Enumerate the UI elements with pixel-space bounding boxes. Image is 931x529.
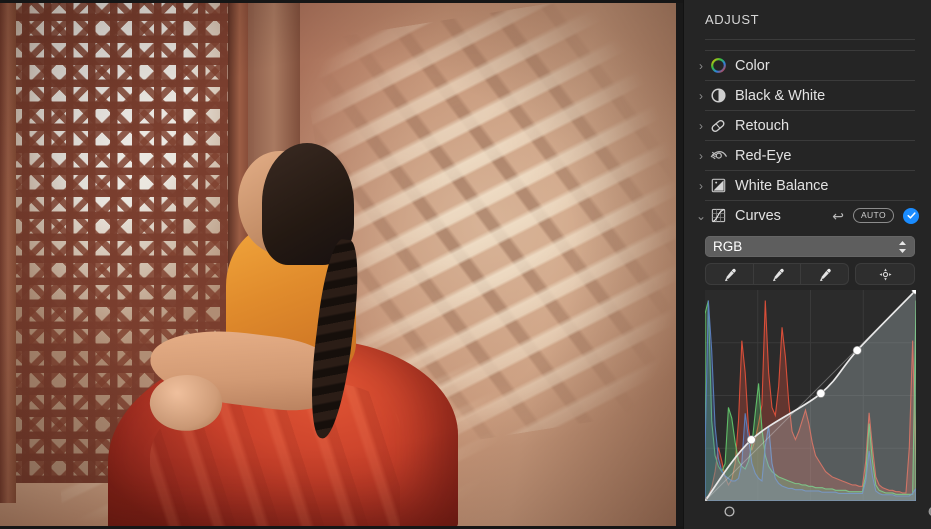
curve-control-point-3[interactable] — [853, 346, 861, 354]
photo-viewer[interactable] — [0, 0, 683, 529]
adjustment-row-curves[interactable]: ⌄ Curves ↩ AUTO — [684, 201, 931, 230]
adjustment-label-retouch: Retouch — [735, 118, 789, 134]
panel-title: ADJUST — [684, 0, 931, 27]
adjustment-label-color: Color — [735, 58, 770, 74]
bandage-icon — [708, 116, 728, 136]
eye-slash-icon — [708, 146, 728, 166]
eyedropper-icon — [722, 267, 737, 282]
add-point-target-button[interactable] — [856, 264, 914, 284]
channel-select-wrapper: RGB — [684, 230, 931, 257]
add-point-group — [855, 263, 915, 285]
adjustment-label-white-balance: White Balance — [735, 178, 829, 194]
curves-grid-icon — [708, 206, 728, 226]
chevron-right-icon[interactable]: › — [694, 60, 708, 72]
black-white-point-slider[interactable] — [726, 501, 931, 523]
black-point-knob-icon — [724, 506, 735, 517]
chevron-right-icon[interactable]: › — [694, 150, 708, 162]
curves-controls: ↩ AUTO — [832, 208, 919, 224]
checkmark-icon — [906, 210, 917, 221]
photos-editor-window: ADJUST › Color › — [0, 0, 931, 529]
black-point-eyedropper-button[interactable] — [706, 264, 754, 284]
photo-image[interactable] — [0, 3, 676, 526]
target-crosshair-icon — [878, 267, 893, 282]
gray-point-eyedropper-button[interactable] — [754, 264, 802, 284]
chevron-down-icon[interactable]: ⌄ — [694, 210, 708, 222]
panel-title-divider — [705, 39, 915, 40]
channel-select[interactable]: RGB — [705, 236, 915, 257]
jali-frame-left — [0, 3, 16, 503]
adjust-panel: ADJUST › Color › — [683, 0, 931, 529]
adjustment-row-color[interactable]: › Color — [684, 51, 931, 80]
curves-tool-row — [684, 257, 931, 285]
adjustment-label-red-eye: Red-Eye — [735, 148, 791, 164]
chevron-right-icon[interactable]: › — [694, 90, 708, 102]
curve-control-point-1[interactable] — [747, 436, 755, 444]
reset-button[interactable]: ↩ — [832, 209, 844, 223]
curve-plot[interactable] — [705, 290, 916, 501]
color-wheel-icon — [708, 56, 728, 76]
eyedropper-group — [705, 263, 849, 285]
chevron-right-icon[interactable]: › — [694, 120, 708, 132]
adjustment-row-retouch[interactable]: › Retouch — [684, 111, 931, 140]
eyedropper-icon — [817, 267, 832, 282]
chevron-updown-icon — [898, 240, 907, 254]
curves-enabled-toggle[interactable] — [903, 208, 919, 224]
auto-button[interactable]: AUTO — [853, 208, 894, 223]
adjustment-label-curves: Curves — [735, 208, 781, 224]
curve-editor-wrapper — [684, 285, 931, 523]
adjustment-row-white-balance[interactable]: › White Balance — [684, 171, 931, 200]
white-point-eyedropper-button[interactable] — [801, 264, 848, 284]
curve-editor[interactable] — [705, 290, 916, 501]
white-balance-icon — [708, 176, 728, 196]
adjustment-row-red-eye[interactable]: › Red-Eye — [684, 141, 931, 170]
channel-select-value: RGB — [713, 239, 742, 254]
adjustment-label-black-and-white: Black & White — [735, 88, 825, 104]
curve-control-point-2[interactable] — [817, 389, 825, 397]
adjustment-row-black-and-white[interactable]: › Black & White — [684, 81, 931, 110]
chevron-right-icon[interactable]: › — [694, 180, 708, 192]
half-circle-icon — [708, 86, 728, 106]
black-point-handle[interactable] — [724, 504, 735, 515]
eyedropper-icon — [770, 267, 785, 282]
